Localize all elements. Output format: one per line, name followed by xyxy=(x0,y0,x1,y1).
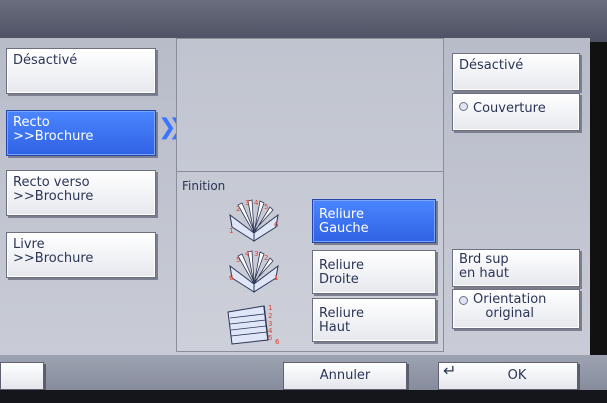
radio-icon xyxy=(459,102,468,111)
svg-text:4: 4 xyxy=(254,199,259,207)
title-bar xyxy=(0,0,607,42)
divider xyxy=(176,171,444,172)
svg-text:5: 5 xyxy=(268,334,272,342)
blank-left-button[interactable] xyxy=(0,362,44,390)
svg-text:4: 4 xyxy=(245,250,250,258)
cover-label: Couverture xyxy=(473,101,546,116)
copy-settings-screen: Désactivé Recto >>Brochure Recto verso >… xyxy=(0,0,607,403)
svg-text:2: 2 xyxy=(236,205,240,213)
section-title: Finition xyxy=(182,179,226,193)
recto-brochure-button[interactable]: Recto >>Brochure xyxy=(6,110,156,156)
reliure-haut-button[interactable]: Reliure Haut xyxy=(312,298,436,342)
svg-text:3: 3 xyxy=(254,250,258,258)
orientation-label: Orientation original xyxy=(473,292,547,321)
livre-brochure-button[interactable]: Livre >>Brochure xyxy=(6,232,156,278)
svg-text:2: 2 xyxy=(264,254,268,262)
recto-verso-brochure-button[interactable]: Recto verso >>Brochure xyxy=(6,170,156,216)
svg-text:1: 1 xyxy=(274,274,278,282)
ok-button[interactable]: OK xyxy=(438,362,578,390)
orientation-original-button[interactable]: Orientation original xyxy=(452,289,580,329)
svg-text:6: 6 xyxy=(275,338,280,346)
reliure-gauche-button[interactable]: Reliure Gauche xyxy=(312,199,436,243)
cancel-button[interactable]: Annuler xyxy=(283,362,407,390)
radio-icon xyxy=(459,296,468,305)
svg-text:1: 1 xyxy=(229,227,233,235)
svg-text:5: 5 xyxy=(236,256,240,264)
svg-text:2: 2 xyxy=(268,312,272,320)
svg-text:5: 5 xyxy=(264,203,268,211)
bezel xyxy=(0,390,607,403)
top-binding-illustration-icon: 1 2 3 4 5 6 xyxy=(227,304,280,346)
right-binding-illustration-icon: 6 5 4 3 2 1 xyxy=(229,250,279,293)
top-edge-button[interactable]: Brd sup en haut xyxy=(452,249,580,287)
off-button[interactable]: Désactivé xyxy=(6,48,156,94)
left-binding-illustration-icon: 1 2 3 4 5 6 xyxy=(229,199,279,242)
svg-text:1: 1 xyxy=(268,304,272,312)
svg-text:6: 6 xyxy=(274,221,279,229)
svg-text:6: 6 xyxy=(229,274,234,282)
cover-option-button[interactable]: Couverture xyxy=(452,93,580,131)
right-off-button[interactable]: Désactivé xyxy=(452,53,580,91)
reliure-droite-button[interactable]: Reliure Droite xyxy=(312,250,436,294)
svg-text:3: 3 xyxy=(245,199,249,207)
enter-arrow-icon: ↵ xyxy=(443,361,457,380)
